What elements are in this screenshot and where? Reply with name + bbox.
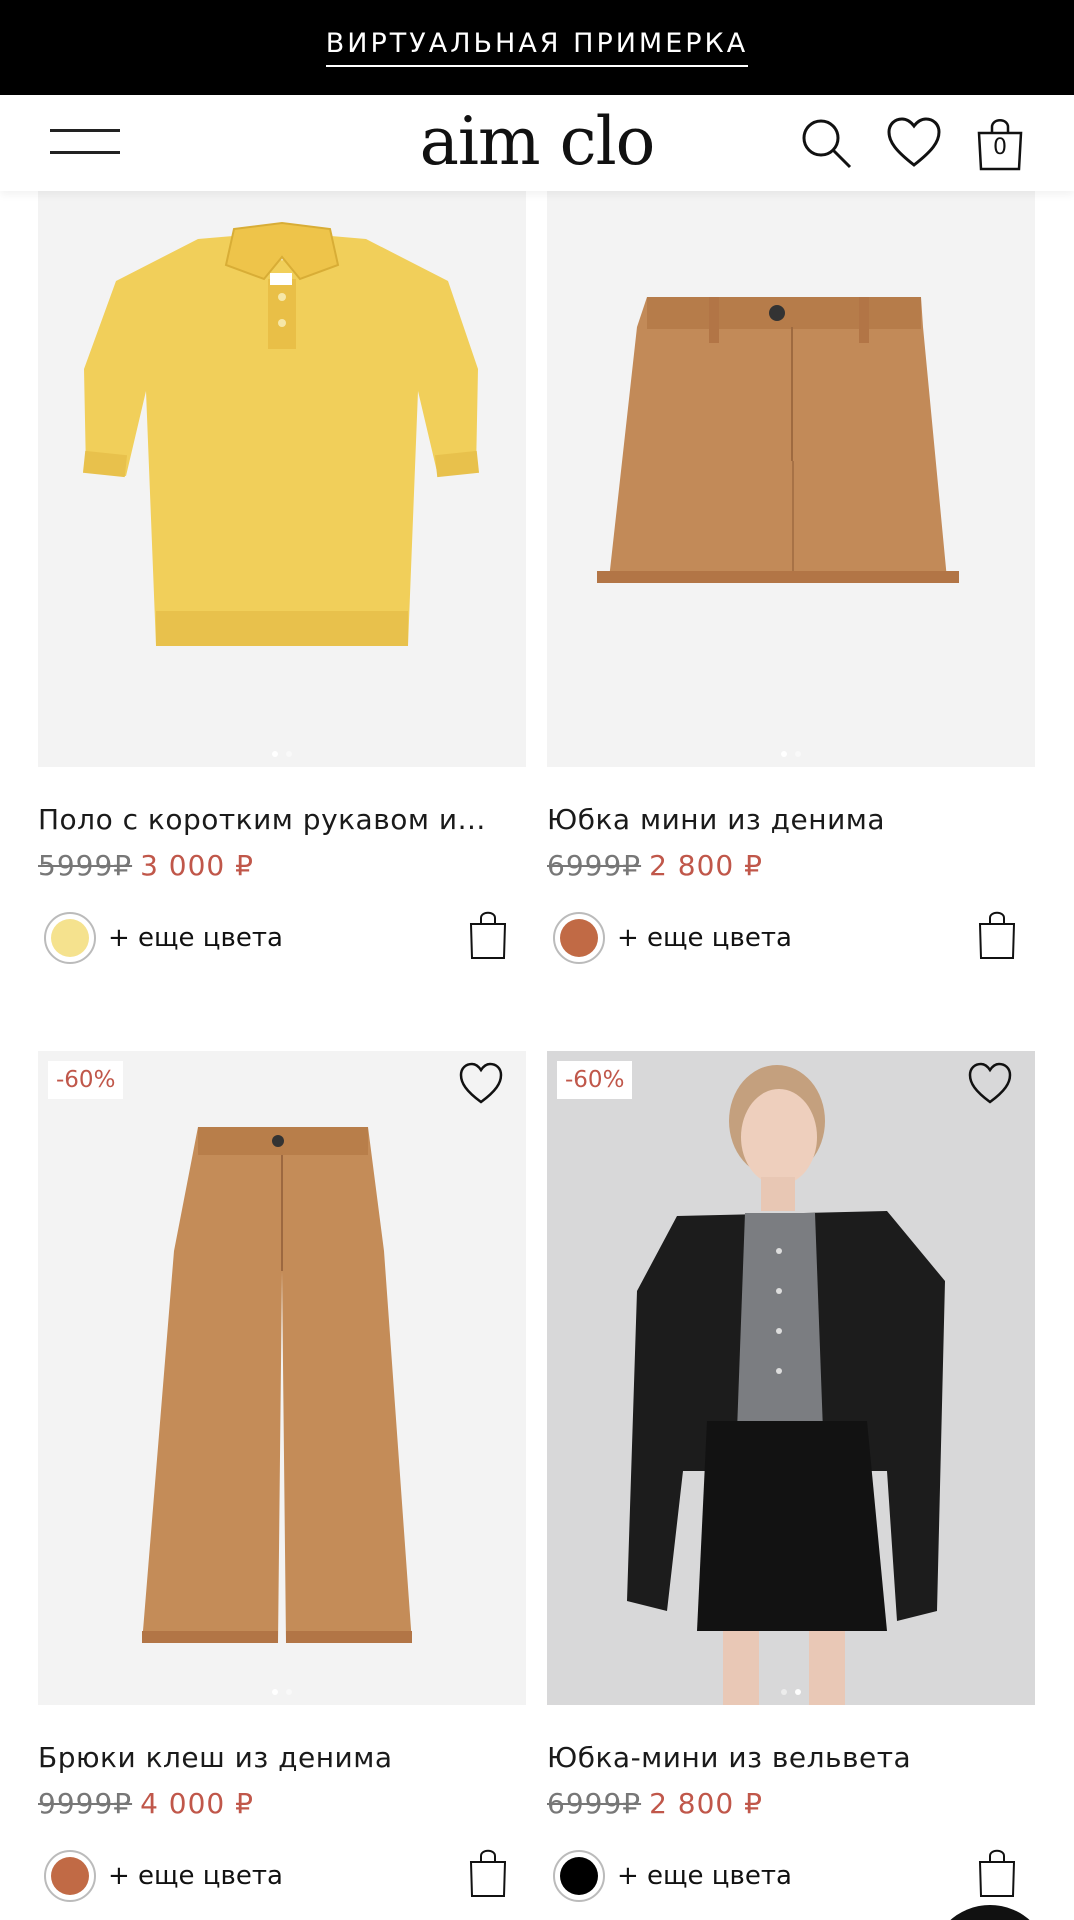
product-price: 5999₽ 3 000 ₽ — [38, 849, 526, 882]
product-price: 9999₽ 4 000 ₽ — [38, 1787, 526, 1820]
product-image[interactable] — [38, 191, 526, 767]
search-icon[interactable] — [798, 115, 854, 171]
wishlist-icon[interactable] — [886, 115, 942, 171]
carousel-dots[interactable] — [547, 751, 1035, 757]
product-title[interactable]: Поло с коротким рукавом и... — [38, 803, 526, 837]
model-photo — [547, 1051, 1035, 1705]
product-image[interactable]: -60% — [38, 1051, 526, 1705]
promo-banner[interactable]: ВИРТУАЛЬНАЯ ПРИМЕРКА — [0, 0, 1074, 95]
carousel-dots[interactable] — [38, 1689, 526, 1695]
cart-count: 0 — [993, 135, 1007, 160]
carousel-dots[interactable] — [547, 1689, 1035, 1695]
more-colors-link[interactable]: + еще цвета — [617, 1861, 792, 1891]
pants-image — [142, 1127, 412, 1643]
product-price: 6999₽ 2 800 ₽ — [547, 1787, 1035, 1820]
color-swatch[interactable] — [44, 911, 96, 964]
add-to-cart-icon[interactable] — [468, 1848, 508, 1898]
product-title[interactable]: Юбка-мини из вельвета — [547, 1741, 1035, 1775]
sale-price: 4 000 ₽ — [140, 1786, 254, 1820]
more-colors-link[interactable]: + еще цвета — [617, 923, 792, 953]
product-card[interactable]: Поло с коротким рукавом и... 5999₽ 3 000 … — [38, 191, 526, 966]
product-title[interactable]: Юбка мини из денима — [547, 803, 1035, 837]
color-options: + еще цвета — [38, 910, 526, 966]
sale-price: 2 800 ₽ — [649, 848, 763, 882]
product-price: 6999₽ 2 800 ₽ — [547, 849, 1035, 882]
product-card[interactable]: -60% Брюки клеш из денима 9999₽ 4 000 ₽ +… — [38, 1051, 526, 1904]
discount-badge: -60% — [48, 1061, 124, 1099]
product-image[interactable] — [547, 191, 1035, 767]
product-image[interactable]: -60% — [547, 1051, 1035, 1705]
add-to-cart-icon[interactable] — [977, 1848, 1017, 1898]
product-card[interactable]: Юбка мини из денима 6999₽ 2 800 ₽ + еще ц… — [547, 191, 1035, 966]
color-options: + еще цвета — [547, 910, 1035, 966]
carousel-dots[interactable] — [38, 751, 526, 757]
old-price: 6999₽ — [547, 848, 642, 882]
site-header: aim clo 0 — [0, 95, 1074, 191]
cart-icon[interactable]: 0 — [972, 115, 1028, 171]
color-swatch[interactable] — [553, 1849, 605, 1902]
wishlist-heart-icon[interactable] — [967, 1061, 1013, 1107]
promo-banner-link[interactable]: ВИРТУАЛЬНАЯ ПРИМЕРКА — [325, 28, 749, 67]
product-card[interactable]: -60% Юбка-мини из вельвета 6999₽ 2 800 ₽ … — [547, 1051, 1035, 1904]
polo-image — [82, 221, 480, 646]
chat-widget-button[interactable] — [930, 1905, 1050, 1920]
discount-badge: -60% — [557, 1061, 633, 1099]
add-to-cart-icon[interactable] — [468, 910, 508, 960]
old-price: 5999₽ — [38, 848, 133, 882]
color-swatch[interactable] — [553, 911, 605, 964]
skirt-image — [597, 297, 959, 583]
color-options: + еще цвета — [547, 1848, 1035, 1904]
sale-price: 3 000 ₽ — [140, 848, 254, 882]
more-colors-link[interactable]: + еще цвета — [108, 1861, 283, 1891]
old-price: 9999₽ — [38, 1786, 133, 1820]
product-title[interactable]: Брюки клеш из денима — [38, 1741, 526, 1775]
add-to-cart-icon[interactable] — [977, 910, 1017, 960]
sale-price: 2 800 ₽ — [649, 1786, 763, 1820]
color-swatch[interactable] — [44, 1849, 96, 1902]
old-price: 6999₽ — [547, 1786, 642, 1820]
more-colors-link[interactable]: + еще цвета — [108, 923, 283, 953]
wishlist-heart-icon[interactable] — [458, 1061, 504, 1107]
color-options: + еще цвета — [38, 1848, 526, 1904]
